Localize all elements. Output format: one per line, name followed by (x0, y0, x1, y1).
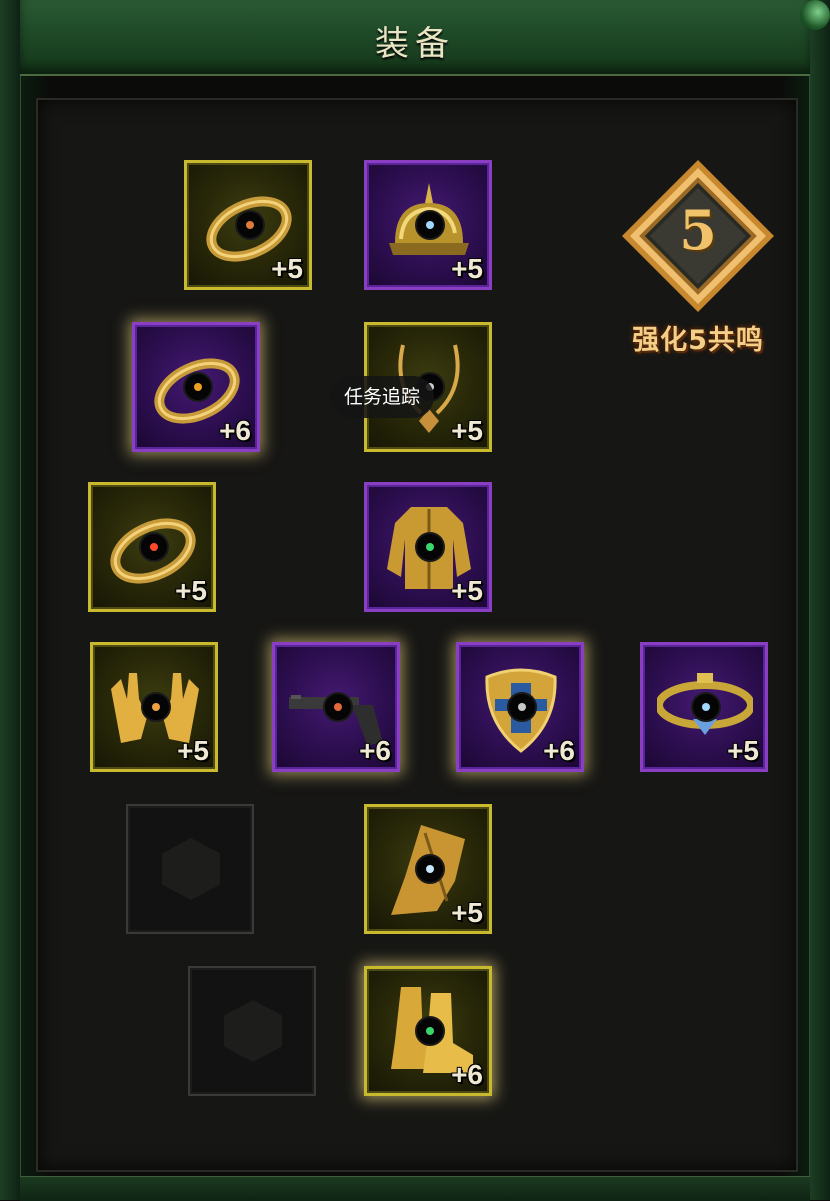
enhance-level: +5 (175, 575, 207, 606)
equipment-window: 装备 +5 +5 5 强化5共鸣 +6 +5 任务追踪 +5 +5 +5 +6 … (0, 0, 830, 1201)
empty-slot-icon (162, 838, 220, 900)
slot-helmet[interactable]: +5 (364, 160, 492, 290)
slot-weapon[interactable]: +6 (272, 642, 400, 772)
gem-socket-icon (415, 531, 445, 562)
enhance-level: +6 (543, 735, 575, 766)
window-title: 装备 (375, 24, 455, 64)
slot-belt[interactable]: +5 (640, 642, 768, 772)
resonance-label[interactable]: 强化5共鸣 (610, 318, 786, 357)
enhance-level: +6 (219, 415, 251, 446)
enhance-level: +6 (451, 1059, 483, 1090)
enhance-level: +5 (727, 735, 759, 766)
slot-ring-1[interactable]: +5 (184, 160, 312, 290)
enhance-level: +5 (451, 415, 483, 446)
enhance-level: +5 (271, 253, 303, 284)
slot-ring-3[interactable]: +5 (88, 482, 216, 612)
slot-shield[interactable]: +6 (456, 642, 584, 772)
quest-tracking-tooltip[interactable]: 任务追踪 (330, 376, 435, 418)
slot-armor[interactable]: +5 (364, 482, 492, 612)
gem-socket-icon (507, 691, 537, 722)
gem-socket-icon (415, 209, 445, 240)
slot-ring-2[interactable]: +6 (132, 322, 260, 452)
gem-socket-icon (415, 1015, 445, 1046)
slot-pants[interactable]: +5 (364, 804, 492, 934)
gem-socket-icon (415, 853, 445, 884)
slot-empty-1[interactable] (126, 804, 254, 934)
slot-boots[interactable]: +6 (364, 966, 492, 1096)
empty-slot-icon (224, 1000, 282, 1062)
enhance-level: +5 (451, 253, 483, 284)
enhance-level: +5 (451, 897, 483, 928)
resonance-level: 5 (679, 198, 717, 262)
enhance-level: +5 (451, 575, 483, 606)
gem-socket-icon (141, 691, 171, 722)
slot-gloves[interactable]: +5 (90, 642, 218, 772)
gem-socket-icon (183, 371, 213, 402)
gem-socket-icon (691, 691, 721, 722)
slot-empty-2[interactable] (188, 966, 316, 1096)
frame-right-border (809, 0, 830, 1200)
bottom-frame-bar (20, 1176, 810, 1201)
title-bar: 装备 (20, 0, 810, 76)
corner-gem-icon (800, 0, 830, 30)
gem-socket-icon (139, 531, 169, 562)
gem-socket-icon (323, 691, 353, 722)
enhance-level: +6 (359, 735, 391, 766)
frame-left-border (0, 0, 21, 1200)
gem-socket-icon (235, 209, 265, 240)
enhance-level: +5 (177, 735, 209, 766)
